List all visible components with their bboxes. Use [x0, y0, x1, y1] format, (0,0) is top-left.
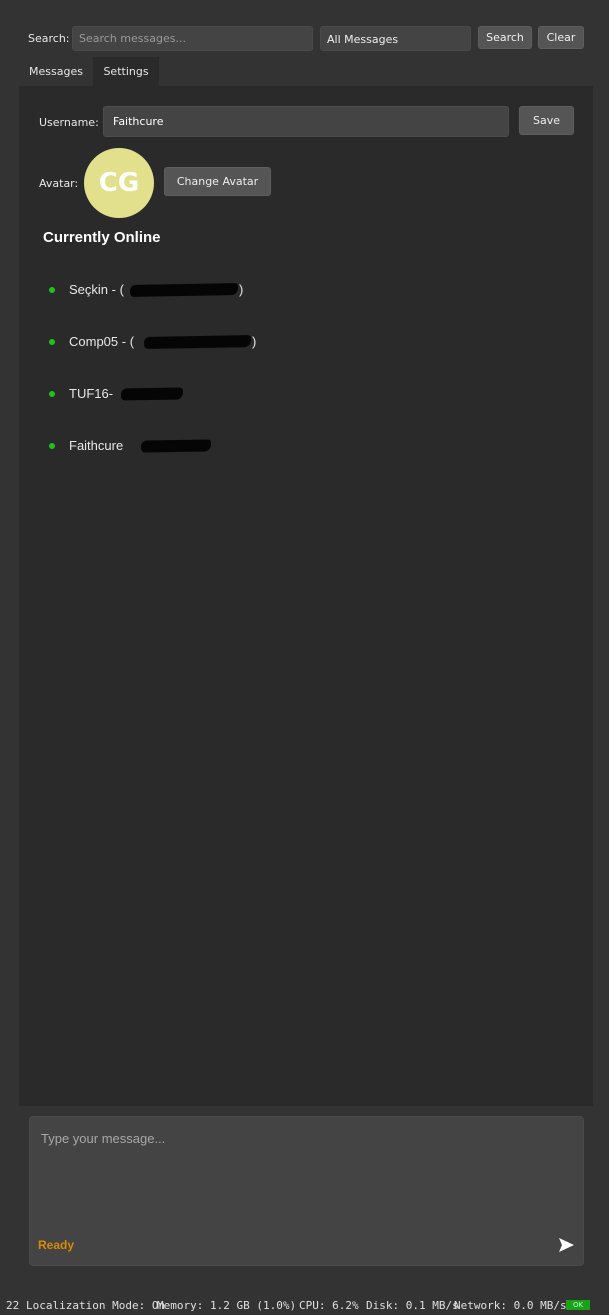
search-input[interactable]: [72, 26, 313, 51]
compose-box: Ready: [29, 1116, 584, 1266]
online-users-title: Currently Online: [43, 229, 161, 246]
message-filter-select[interactable]: All Messages: [320, 26, 471, 51]
search-label: Search:: [28, 32, 70, 45]
online-status-dot: [49, 287, 55, 293]
cpu-usage: CPU: 6.2%: [299, 1299, 359, 1312]
send-icon: [559, 1238, 574, 1252]
redaction-mark: [140, 439, 212, 453]
clear-button[interactable]: Clear: [538, 26, 584, 49]
message-input[interactable]: [30, 1117, 583, 1217]
disk-usage: Disk: 0.1 MB/s: [366, 1299, 459, 1312]
save-button[interactable]: Save: [519, 106, 574, 135]
tab-messages[interactable]: Messages: [19, 57, 93, 86]
online-status-dot: [49, 339, 55, 345]
search-toolbar: Search: All Messages Search Clear: [28, 26, 585, 51]
redaction-mark: [120, 387, 184, 401]
change-avatar-button[interactable]: Change Avatar: [164, 167, 271, 196]
localization-mode: Localization Mode: On: [26, 1299, 166, 1312]
redaction-mark: [143, 335, 252, 349]
online-user-name: Comp05 - (: [69, 334, 135, 349]
avatar-label: Avatar:: [39, 177, 79, 190]
system-status-bar: 22 Localization Mode: On Memory: 1.2 GB …: [0, 1297, 609, 1315]
redaction-mark: [129, 283, 239, 297]
memory-usage: Memory: 1.2 GB (1.0%): [157, 1299, 297, 1312]
username-field[interactable]: [103, 106, 509, 137]
online-user-name: Seçkin - (: [69, 282, 124, 297]
online-status-dot: [49, 391, 55, 397]
settings-panel: Username: Save Avatar: CG Change Avatar …: [19, 86, 593, 1106]
send-button[interactable]: [556, 1235, 576, 1255]
username-label: Username:: [39, 116, 99, 129]
online-user-suffix: ): [239, 282, 244, 297]
network-usage: Network: 0.0 MB/s: [454, 1299, 567, 1312]
online-status-dot: [49, 443, 55, 449]
status-prefix: 22: [6, 1299, 20, 1312]
avatar: CG: [84, 148, 154, 218]
search-button[interactable]: Search: [478, 26, 532, 49]
online-user-name: TUF16-: [69, 386, 114, 401]
status-ok-badge: OK: [566, 1300, 590, 1310]
online-user-name: Faithcure: [69, 438, 124, 453]
connection-status: Ready: [38, 1238, 75, 1252]
online-user-suffix: ): [252, 334, 257, 349]
tab-settings[interactable]: Settings: [93, 57, 159, 86]
